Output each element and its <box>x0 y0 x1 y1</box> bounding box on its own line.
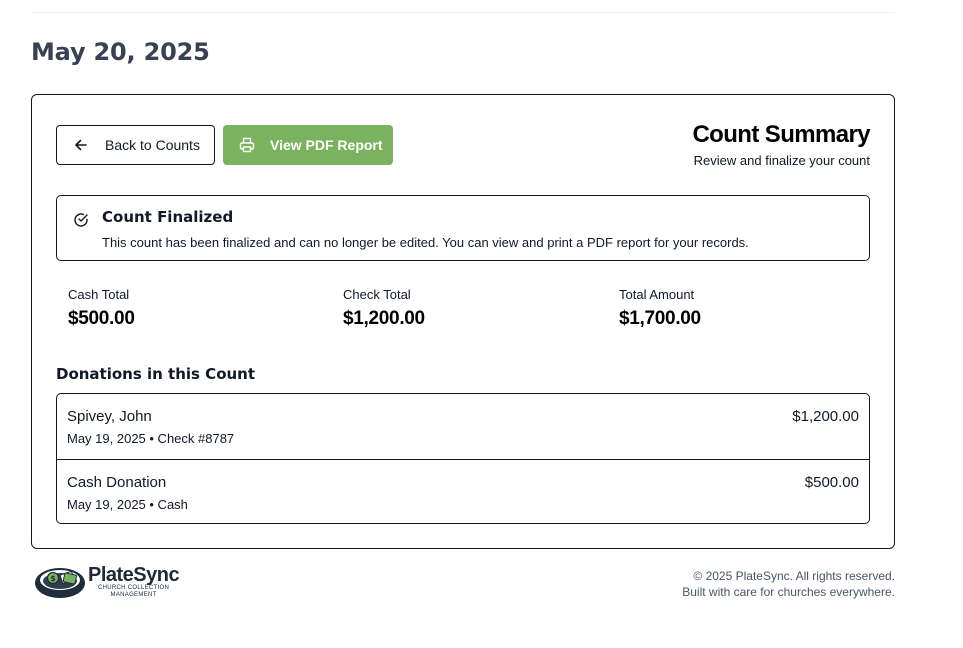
svg-text:$: $ <box>50 574 56 583</box>
notice-text: This count has been finalized and can no… <box>102 235 749 250</box>
check-total-label: Check Total <box>343 287 411 302</box>
check-total: Check Total $1,200.00 <box>343 287 425 330</box>
total-amount-label: Total Amount <box>619 287 695 302</box>
donation-meta: May 19, 2025 • Check #8787 <box>67 431 235 446</box>
notice-title: Count Finalized <box>102 208 234 226</box>
printer-icon <box>239 137 255 153</box>
check-circle-icon <box>73 212 89 228</box>
donor-name: Cash Donation <box>67 474 167 491</box>
back-to-counts-label: Back to Counts <box>105 137 200 153</box>
summary-title: Count Summary <box>692 121 870 148</box>
logo-text: PlateSync CHURCH COLLECTION MANAGEMENT <box>88 564 180 599</box>
donation-amount: $1,200.00 <box>792 408 859 425</box>
brand-tagline-1: CHURCH COLLECTION <box>98 585 170 591</box>
donations-list: Spivey, John May 19, 2025 • Check #8787 … <box>56 393 870 524</box>
count-summary-card: Back to Counts View PDF Report Count Sum… <box>31 94 895 549</box>
list-item[interactable]: Spivey, John May 19, 2025 • Check #8787 … <box>57 394 869 459</box>
donations-section-title: Donations in this Count <box>56 365 256 383</box>
top-divider <box>32 12 895 13</box>
page-title: May 20, 2025 <box>31 38 210 66</box>
built-with-care-text: Built with care for churches everywhere. <box>682 585 895 599</box>
total-amount: Total Amount $1,700.00 <box>619 287 701 330</box>
brand-name: PlateSync <box>88 564 180 586</box>
check-total-value: $1,200.00 <box>343 308 425 329</box>
summary-subtitle: Review and finalize your count <box>693 153 870 168</box>
total-amount-value: $1,700.00 <box>619 308 701 329</box>
copyright-text: © 2025 PlateSync. All rights reserved. <box>693 569 895 583</box>
back-to-counts-button[interactable]: Back to Counts <box>56 125 215 165</box>
finalized-notice: Count Finalized This count has been fina… <box>56 195 870 261</box>
brand-tagline-2: MANAGEMENT <box>110 592 157 598</box>
donation-meta: May 19, 2025 • Cash <box>67 497 188 512</box>
list-item[interactable]: Cash Donation May 19, 2025 • Cash $500.0… <box>57 459 869 523</box>
platesync-logo: $ PlateSync CHURCH COLLECTION MANAGEMENT <box>34 563 180 601</box>
summary-header: Count Summary Review and finalize your c… <box>692 121 870 168</box>
donation-amount: $500.00 <box>804 474 859 491</box>
cash-total: Cash Total $500.00 <box>68 287 135 330</box>
view-pdf-report-button[interactable]: View PDF Report <box>223 125 393 165</box>
arrow-left-icon <box>74 138 88 152</box>
donor-name: Spivey, John <box>67 408 152 425</box>
offering-plate-icon: $ <box>34 563 86 601</box>
footer-info: © 2025 PlateSync. All rights reserved. B… <box>682 568 895 600</box>
cash-total-value: $500.00 <box>68 308 135 329</box>
view-pdf-report-label: View PDF Report <box>270 137 383 153</box>
cash-total-label: Cash Total <box>68 287 130 302</box>
